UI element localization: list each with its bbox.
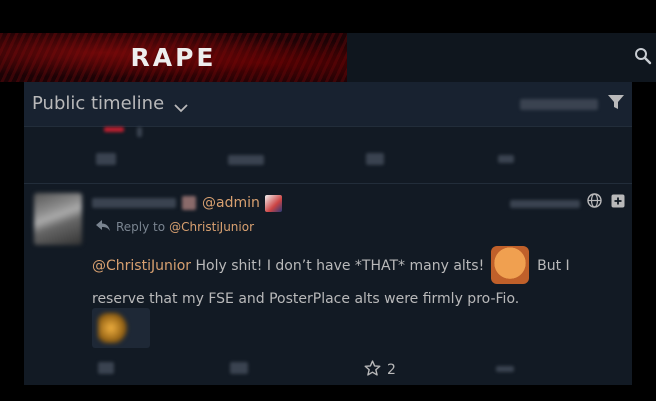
attachment-thumbnail[interactable]: [92, 308, 150, 348]
timeline-header: Public timeline: [24, 82, 632, 127]
timestamp-blurred[interactable]: [510, 200, 580, 208]
filter-icon[interactable]: [608, 95, 624, 114]
chevron-down-icon[interactable]: [174, 98, 188, 117]
user-badge-icon: [264, 194, 282, 212]
search-icon[interactable]: [634, 47, 652, 65]
repeat-button-blurred[interactable]: [230, 362, 248, 374]
previous-attachment-blurred: [137, 127, 142, 137]
reply-prefix: Reply to: [116, 220, 166, 234]
display-name-emoji-blurred: [182, 196, 196, 210]
favorite-button-blurred[interactable]: [366, 153, 384, 165]
banner-title: RAPE: [130, 43, 217, 72]
favorite-count: 2: [387, 362, 396, 378]
more-button-blurred[interactable]: [498, 155, 514, 163]
mention-link[interactable]: @ChristiJunior: [92, 258, 191, 274]
timeline-panel: Public timeline @admin Reply to @Christi…: [24, 82, 632, 385]
reply-to-link[interactable]: @ChristiJunior: [169, 220, 254, 234]
attachment-image: [98, 313, 130, 343]
globe-icon: [587, 193, 602, 212]
expand-icon[interactable]: [611, 193, 625, 212]
display-name-blurred[interactable]: [92, 198, 176, 208]
more-button-blurred[interactable]: [496, 366, 514, 372]
timeline-meta-blurred: [520, 99, 598, 110]
custom-emoji-icon: [490, 246, 529, 284]
star-icon: [364, 360, 381, 380]
favorite-button[interactable]: 2: [364, 360, 396, 380]
top-bar: RAPE: [0, 33, 656, 82]
reply-button-blurred[interactable]: [96, 153, 116, 165]
status-text-part1: Holy shit! I don’t have *THAT* many alts…: [191, 258, 489, 274]
reply-button-blurred[interactable]: [98, 362, 114, 374]
reply-arrow-icon: [96, 220, 110, 234]
previous-attachment-blurred: [104, 127, 124, 132]
repeat-button-blurred[interactable]: [228, 155, 264, 165]
status-body: @ChristiJunior Holy shit! I don’t have *…: [92, 246, 624, 314]
reply-info: Reply to @ChristiJunior: [96, 220, 254, 234]
author-handle[interactable]: @admin: [202, 195, 260, 211]
previous-status: [24, 127, 632, 184]
status-author: @admin: [92, 193, 282, 213]
timeline-title[interactable]: Public timeline: [32, 93, 164, 114]
status-item: @admin Reply to @ChristiJunior @ChristiJ…: [24, 184, 632, 385]
avatar[interactable]: [34, 193, 82, 245]
site-banner[interactable]: RAPE: [0, 33, 347, 82]
